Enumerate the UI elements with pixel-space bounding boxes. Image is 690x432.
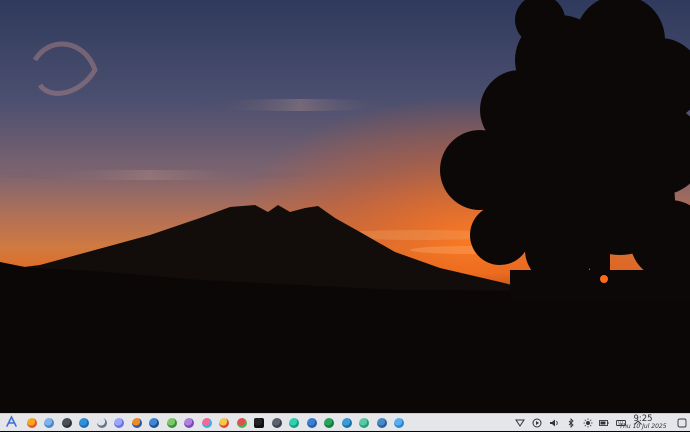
- clock[interactable]: 9:25 Thu 10 Jul 2025: [617, 414, 669, 431]
- graphics-editor-icon[interactable]: [184, 417, 195, 428]
- chromium-icon[interactable]: [219, 417, 230, 428]
- battery-icon[interactable]: [599, 418, 609, 428]
- bluetooth-icon[interactable]: [566, 417, 576, 428]
- media-play-icon[interactable]: [532, 418, 542, 428]
- music-icon[interactable]: [306, 417, 317, 428]
- desktop-wallpaper: [0, 0, 690, 413]
- terminal-icon[interactable]: [61, 417, 72, 428]
- spreadsheet-icon[interactable]: [254, 417, 265, 428]
- chat-icon[interactable]: [289, 417, 300, 428]
- firefox-icon[interactable]: [26, 417, 37, 428]
- store-icon[interactable]: [324, 417, 335, 428]
- volume-icon[interactable]: [549, 418, 559, 428]
- maps-icon[interactable]: [341, 417, 352, 428]
- network-icon[interactable]: [515, 418, 526, 428]
- show-desktop-button[interactable]: [676, 416, 688, 429]
- photo-app-icon[interactable]: [201, 417, 212, 428]
- app-launcher-button[interactable]: [2, 414, 20, 431]
- app-launcher-icon: [5, 413, 18, 432]
- brightness-icon[interactable]: [583, 418, 593, 428]
- color-picker-icon[interactable]: [236, 417, 247, 428]
- clock-date: Thu 10 Jul 2025: [619, 422, 667, 430]
- network-app-icon[interactable]: [376, 417, 387, 428]
- system-monitor-icon[interactable]: [149, 417, 160, 428]
- media-player-icon[interactable]: [166, 417, 177, 428]
- pinned-apps: [23, 417, 408, 428]
- mail-icon[interactable]: [79, 417, 90, 428]
- weather-icon[interactable]: [394, 417, 405, 428]
- notes-icon[interactable]: [359, 417, 370, 428]
- image-viewer-icon[interactable]: [114, 417, 125, 428]
- files-icon[interactable]: [44, 417, 55, 428]
- text-editor-icon[interactable]: [96, 417, 107, 428]
- settings-icon[interactable]: [271, 417, 282, 428]
- taskbar: 9:25 Thu 10 Jul 2025: [0, 413, 690, 431]
- blender-icon[interactable]: [131, 417, 142, 428]
- show-desktop-icon: [677, 418, 687, 427]
